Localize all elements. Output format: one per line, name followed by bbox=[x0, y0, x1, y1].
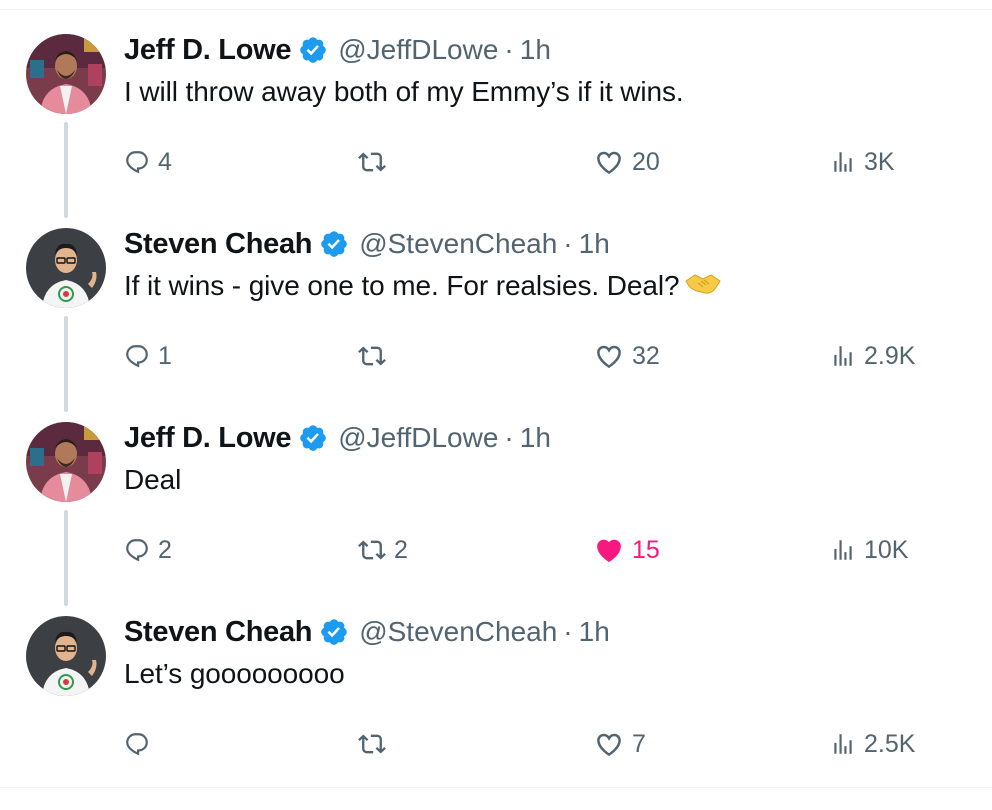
user-handle[interactable]: @StevenCheah bbox=[359, 228, 557, 260]
top-divider bbox=[0, 0, 992, 10]
tweet-text: Let’s gooooooooo bbox=[124, 654, 345, 694]
retweet-icon bbox=[358, 730, 386, 758]
views-count: 2.9K bbox=[864, 341, 916, 370]
verified-badge-icon bbox=[319, 229, 349, 259]
tweet-actions: 1 32 2.9K bbox=[0, 336, 992, 376]
views-button[interactable]: 3K bbox=[830, 142, 895, 182]
like-button[interactable]: 15 bbox=[594, 530, 660, 570]
like-count: 7 bbox=[632, 729, 646, 758]
timestamp[interactable]: 1h bbox=[579, 228, 610, 260]
reply-button[interactable]: 2 bbox=[124, 530, 172, 570]
reply-button[interactable] bbox=[124, 724, 158, 764]
tweet-header: Jeff D. Lowe @JeffDLowe · 1h bbox=[124, 30, 551, 70]
views-button[interactable]: 10K bbox=[830, 530, 908, 570]
tweet-text: Deal bbox=[124, 460, 181, 500]
verified-badge-icon bbox=[298, 423, 328, 453]
tweet-actions: 2 2 15 10K bbox=[0, 530, 992, 570]
timestamp[interactable]: 1h bbox=[579, 616, 610, 648]
views-count: 10K bbox=[864, 535, 909, 564]
retweet-button[interactable] bbox=[358, 336, 394, 376]
separator-dot: · bbox=[504, 422, 514, 453]
verified-badge-icon bbox=[298, 35, 328, 65]
reply-icon bbox=[124, 731, 150, 757]
retweet-button[interactable] bbox=[358, 142, 394, 182]
tweet[interactable]: Steven Cheah @StevenCheah · 1h If it win… bbox=[0, 228, 992, 422]
tweet-text: I will throw away both of my Emmy’s if i… bbox=[124, 72, 684, 112]
views-icon bbox=[830, 343, 856, 369]
like-icon bbox=[594, 729, 624, 759]
views-icon bbox=[830, 537, 856, 563]
handshake-emoji-icon bbox=[685, 268, 722, 308]
reply-count: 4 bbox=[158, 147, 172, 176]
tweet-header: Steven Cheah @StevenCheah · 1h bbox=[124, 224, 610, 264]
like-icon bbox=[594, 341, 624, 371]
like-icon bbox=[594, 147, 624, 177]
reply-button[interactable]: 1 bbox=[124, 336, 172, 376]
like-count: 15 bbox=[632, 535, 660, 564]
retweet-icon bbox=[358, 536, 386, 564]
display-name[interactable]: Steven Cheah bbox=[124, 228, 312, 261]
retweet-icon bbox=[358, 342, 386, 370]
separator-dot: · bbox=[563, 616, 573, 647]
tweet-text-content: Let’s gooooooooo bbox=[124, 658, 345, 689]
display-name[interactable]: Steven Cheah bbox=[124, 616, 312, 649]
timestamp[interactable]: 1h bbox=[520, 422, 551, 454]
separator-dot: · bbox=[563, 228, 573, 259]
views-count: 2.5K bbox=[864, 729, 916, 758]
views-icon bbox=[830, 149, 856, 175]
tweet-header: Jeff D. Lowe @JeffDLowe · 1h bbox=[124, 418, 551, 458]
bottom-divider bbox=[0, 787, 992, 788]
reply-count: 1 bbox=[158, 341, 172, 370]
tweet-text-content: Deal bbox=[124, 464, 182, 495]
like-icon bbox=[594, 535, 624, 565]
tweet[interactable]: Steven Cheah @StevenCheah · 1h Let’s goo… bbox=[0, 616, 992, 810]
views-button[interactable]: 2.5K bbox=[830, 724, 915, 764]
timestamp[interactable]: 1h bbox=[520, 34, 551, 66]
retweet-count: 2 bbox=[394, 535, 408, 564]
reply-button[interactable]: 4 bbox=[124, 142, 172, 182]
tweet-actions: 4 20 3K bbox=[0, 142, 992, 182]
avatar[interactable] bbox=[26, 616, 106, 696]
reply-icon bbox=[124, 343, 150, 369]
views-count: 3K bbox=[864, 147, 895, 176]
tweet-text: If it wins - give one to me. For realsie… bbox=[124, 266, 722, 308]
like-button[interactable]: 32 bbox=[594, 336, 660, 376]
tweet[interactable]: Jeff D. Lowe @JeffDLowe · 1h Deal 2 2 15… bbox=[0, 422, 992, 616]
views-icon bbox=[830, 731, 856, 757]
reply-icon bbox=[124, 537, 150, 563]
tweet-text-content: I will throw away both of my Emmy’s if i… bbox=[124, 76, 684, 107]
tweet-actions: 7 2.5K bbox=[0, 724, 992, 764]
display-name[interactable]: Jeff D. Lowe bbox=[124, 34, 292, 67]
views-button[interactable]: 2.9K bbox=[830, 336, 915, 376]
avatar[interactable] bbox=[26, 34, 106, 114]
retweet-icon bbox=[358, 148, 386, 176]
tweet-header: Steven Cheah @StevenCheah · 1h bbox=[124, 612, 610, 652]
user-handle[interactable]: @JeffDLowe bbox=[338, 34, 498, 66]
separator-dot: · bbox=[504, 34, 514, 65]
tweet-text-content: If it wins - give one to me. For realsie… bbox=[124, 270, 680, 301]
reply-icon bbox=[124, 149, 150, 175]
verified-badge-icon bbox=[319, 617, 349, 647]
user-handle[interactable]: @JeffDLowe bbox=[338, 422, 498, 454]
like-count: 20 bbox=[632, 147, 660, 176]
reply-count: 2 bbox=[158, 535, 172, 564]
retweet-button[interactable]: 2 bbox=[358, 530, 408, 570]
like-button[interactable]: 7 bbox=[594, 724, 646, 764]
display-name[interactable]: Jeff D. Lowe bbox=[124, 422, 292, 455]
avatar[interactable] bbox=[26, 422, 106, 502]
tweet[interactable]: Jeff D. Lowe @JeffDLowe · 1h I will thro… bbox=[0, 34, 992, 228]
like-count: 32 bbox=[632, 341, 660, 370]
like-button[interactable]: 20 bbox=[594, 142, 660, 182]
user-handle[interactable]: @StevenCheah bbox=[359, 616, 557, 648]
retweet-button[interactable] bbox=[358, 724, 394, 764]
avatar[interactable] bbox=[26, 228, 106, 308]
